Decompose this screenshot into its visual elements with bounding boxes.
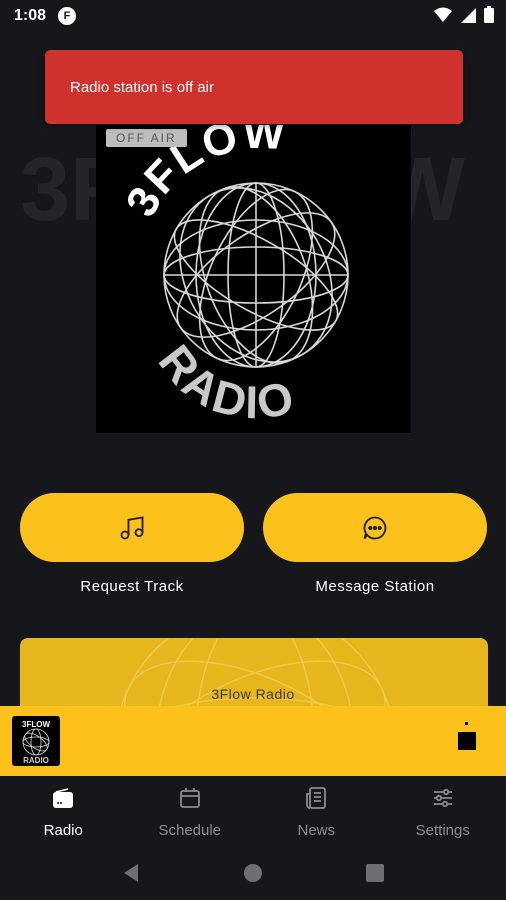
message-station-button[interactable]: [263, 493, 487, 562]
logo-bottom-text: RADIO: [149, 335, 298, 429]
mini-player[interactable]: 3FLOW RADIO: [0, 706, 506, 776]
nav-item-schedule[interactable]: Schedule: [127, 776, 254, 846]
nav-label-radio: Radio: [43, 822, 83, 839]
back-icon[interactable]: [122, 863, 140, 883]
signal-icon: [461, 7, 476, 23]
station-cover-art: 3FLOW RADIO OFF AIR: [96, 125, 411, 433]
wifi-icon: [434, 7, 452, 22]
mini-logo-bottom: RADIO: [23, 756, 49, 765]
home-icon[interactable]: [243, 863, 263, 883]
status-indicators: [434, 6, 494, 23]
bottom-navigation: Radio Schedule News Settings: [0, 776, 506, 846]
mini-player-indicator-dot: [465, 722, 468, 725]
nav-label-news: News: [297, 822, 335, 839]
mini-globe-logo: 3FLOW RADIO: [22, 720, 50, 765]
music-note-icon: [120, 515, 144, 539]
status-bar: 1:08 F: [0, 0, 506, 32]
message-station-label: Message Station: [315, 578, 435, 595]
battery-icon: [484, 6, 494, 23]
request-track-label: Request Track: [80, 578, 184, 595]
radio-icon: [53, 788, 74, 808]
nav-item-settings[interactable]: Settings: [380, 776, 506, 846]
chat-bubble-icon: [363, 516, 387, 539]
banner-title: 3Flow Radio: [211, 686, 295, 702]
recents-icon[interactable]: [366, 864, 385, 882]
newspaper-icon: [306, 787, 327, 809]
nav-item-radio[interactable]: Radio: [0, 776, 127, 846]
request-track-button[interactable]: [20, 493, 244, 562]
status-time: 1:08: [14, 7, 47, 24]
mini-logo-top: 3FLOW: [22, 720, 50, 729]
system-navigation-bar: [0, 846, 506, 900]
off-air-snackbar: Radio station is off air: [45, 50, 463, 124]
svg-text:RADIO: RADIO: [149, 335, 301, 429]
mini-player-thumbnail[interactable]: 3FLOW RADIO: [12, 716, 60, 766]
off-air-badge: OFF AIR: [106, 129, 187, 147]
calendar-icon: [179, 788, 200, 808]
snackbar-message: Radio station is off air: [70, 78, 214, 96]
nav-label-schedule: Schedule: [158, 822, 222, 839]
app-notification-icon: F: [58, 7, 77, 25]
globe-logo-image: 3FLOW RADIO: [117, 125, 349, 429]
nav-item-news[interactable]: News: [253, 776, 380, 846]
nav-label-settings: Settings: [415, 822, 470, 839]
sliders-icon: [433, 788, 452, 808]
stop-icon[interactable]: [458, 732, 476, 750]
